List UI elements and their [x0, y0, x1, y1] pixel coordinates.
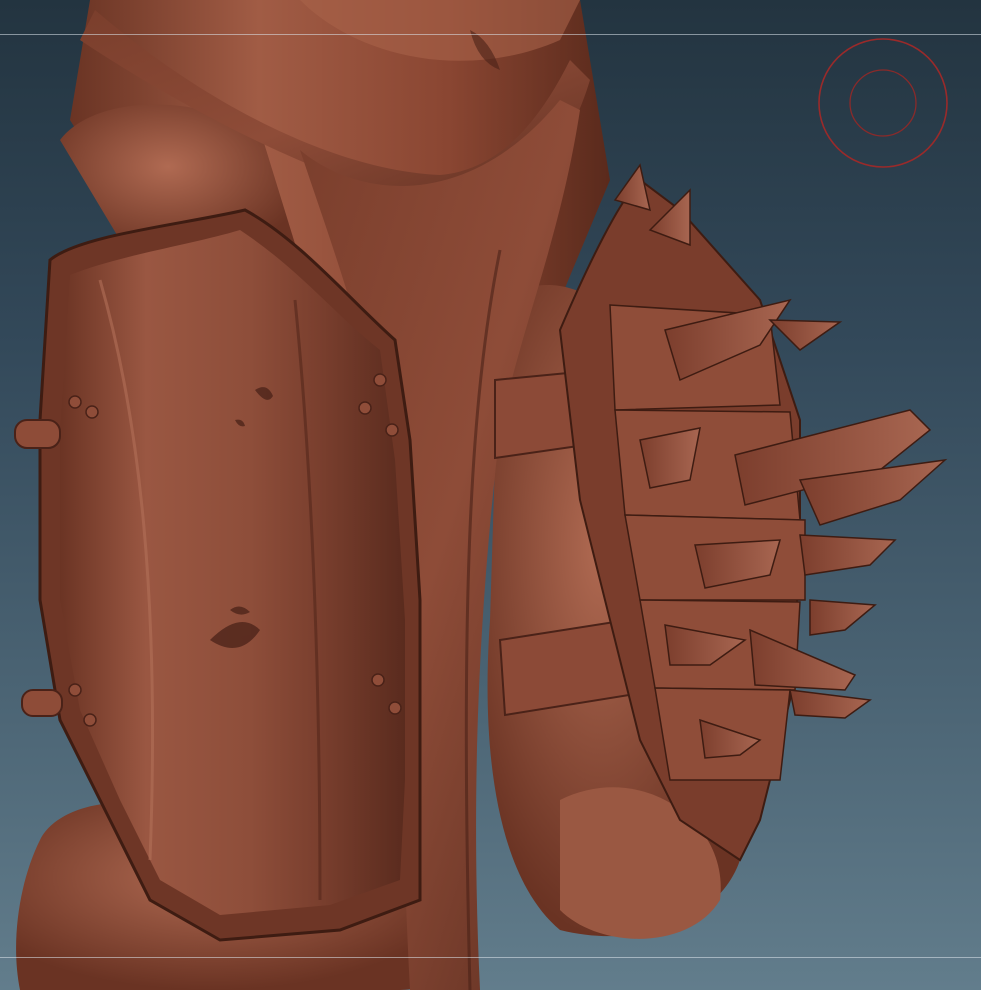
peg-top — [14, 419, 61, 449]
brush-outer-ring — [818, 38, 948, 168]
brush-cursor-icon — [818, 38, 948, 168]
sculpt-viewport[interactable] — [0, 0, 981, 990]
peg-bottom — [21, 689, 63, 717]
viewport-guide-line-bottom — [0, 957, 981, 958]
brush-inner-ring — [849, 69, 917, 137]
viewport-guide-line-top — [0, 34, 981, 35]
